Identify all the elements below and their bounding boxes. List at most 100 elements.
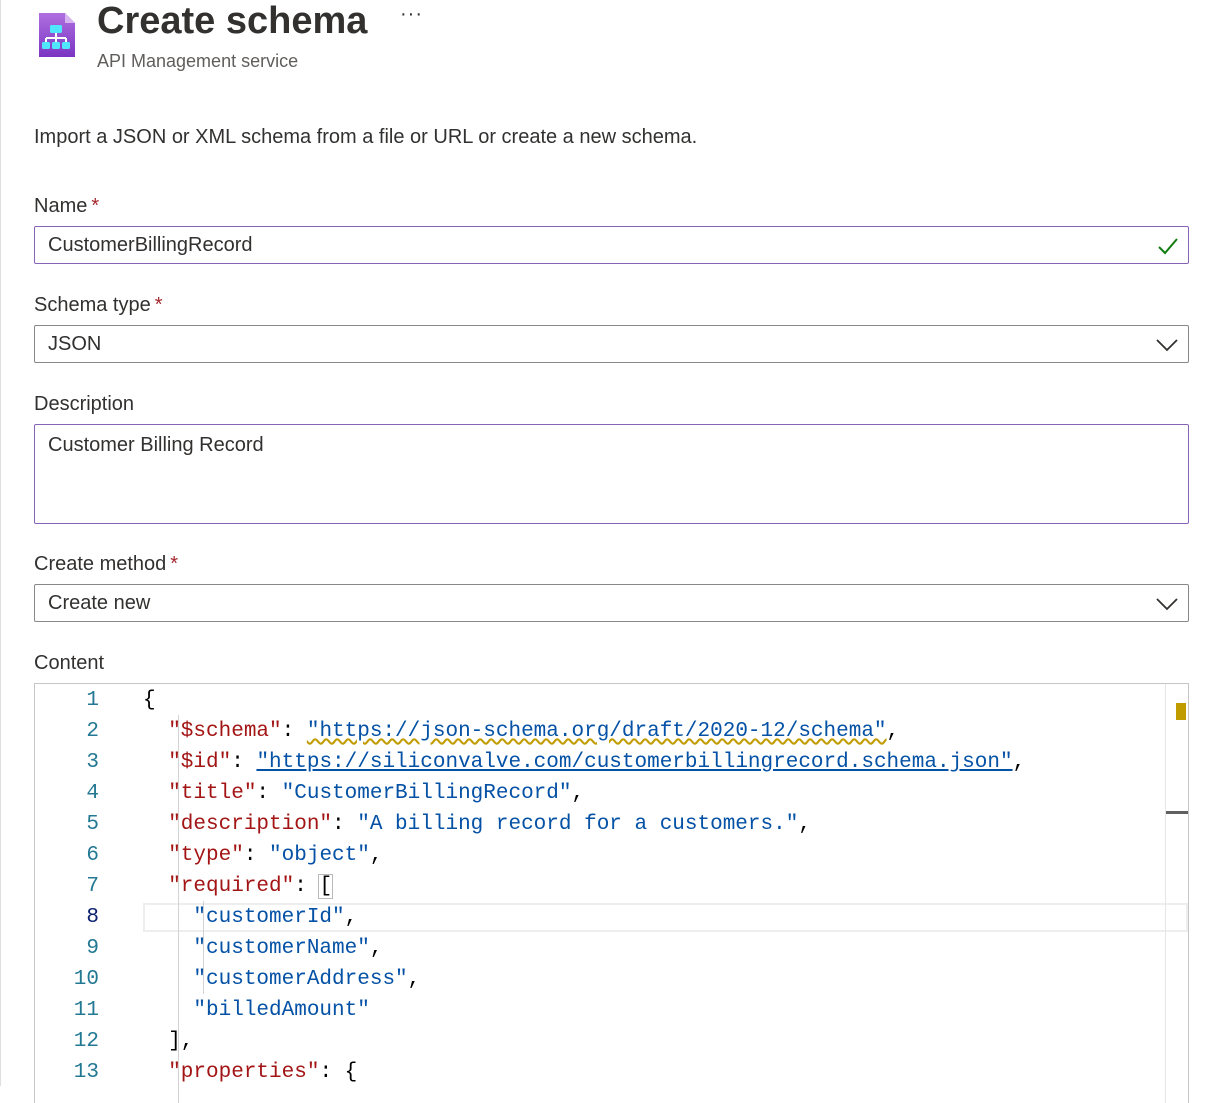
- more-icon: ···: [400, 3, 423, 25]
- page-subtitle: API Management service: [97, 51, 299, 71]
- json-punctuation: [: [318, 874, 334, 899]
- description-label: Description: [34, 393, 135, 415]
- json-punctuation: :: [294, 875, 320, 898]
- line-number: 5: [86, 813, 99, 836]
- json-punctuation: {: [143, 689, 156, 712]
- chevron-down-icon: [1156, 339, 1178, 352]
- name-label: Name *: [34, 195, 100, 217]
- code-line[interactable]: 9 "customerName",: [35, 933, 1165, 964]
- json-string: "customerId": [143, 906, 345, 929]
- json-punctuation: ,: [1012, 751, 1026, 774]
- json-string: "CustomerBillingRecord": [281, 782, 572, 805]
- code-text: "$id": "https://siliconvalve.com/custome…: [143, 747, 1025, 778]
- page-left-border: [0, 0, 1, 1086]
- code-line[interactable]: 4 "title": "CustomerBillingRecord",: [35, 778, 1165, 809]
- json-punctuation: ,: [571, 782, 585, 805]
- schema-type-value: JSON: [48, 333, 102, 355]
- line-number: 12: [73, 1030, 99, 1053]
- code-line[interactable]: 12 ],: [35, 1026, 1165, 1057]
- code-text: "$schema": "https://json-schema.org/draf…: [143, 716, 899, 747]
- required-marker: *: [170, 553, 179, 575]
- line-number: 3: [86, 751, 99, 774]
- json-key: "type": [143, 844, 244, 867]
- json-punctuation: :: [281, 720, 307, 743]
- code-line[interactable]: 8 "customerId",: [35, 902, 1165, 933]
- code-text: "customerName",: [143, 933, 382, 964]
- schema-type-dropdown[interactable]: JSON: [34, 325, 1189, 363]
- warning-marker: [1176, 703, 1186, 720]
- code-text: "customerId",: [143, 902, 357, 933]
- json-punctuation: ,: [369, 937, 383, 960]
- code-line[interactable]: 10 "customerAddress",: [35, 964, 1165, 995]
- name-input-value: CustomerBillingRecord: [48, 234, 253, 256]
- line-number: 7: [86, 875, 99, 898]
- description-textarea[interactable]: Customer Billing Record: [34, 424, 1189, 524]
- line-number: 8: [86, 906, 99, 929]
- json-punctuation: ],: [143, 1030, 194, 1053]
- json-punctuation: :: [319, 1061, 345, 1084]
- json-punctuation: :: [243, 844, 270, 867]
- code-text: "customerAddress",: [143, 964, 420, 995]
- code-text: "required": [: [143, 871, 334, 902]
- description-value: Customer Billing Record: [48, 434, 264, 456]
- line-number: 9: [86, 937, 99, 960]
- chevron-down-icon: [1156, 598, 1178, 611]
- code-text: "title": "CustomerBillingRecord",: [143, 778, 584, 809]
- json-punctuation: ,: [369, 844, 383, 867]
- json-punctuation: ,: [344, 906, 358, 929]
- json-string: "billedAmount": [143, 999, 370, 1022]
- code-text: "properties": {: [143, 1057, 357, 1088]
- json-key: "description": [143, 813, 333, 836]
- code-text: "type": "object",: [143, 840, 382, 871]
- json-punctuation: {: [344, 1061, 358, 1084]
- json-key: "properties": [143, 1061, 320, 1084]
- json-url-string: "https://siliconvalve.com/customerbillin…: [256, 751, 1013, 774]
- code-text: "description": "A billing record for a c…: [143, 809, 811, 840]
- checkmark-icon: [1158, 238, 1178, 255]
- json-punctuation: ,: [407, 968, 421, 991]
- json-punctuation: :: [231, 751, 257, 774]
- overview-ruler[interactable]: [1165, 684, 1166, 1103]
- code-text: {: [143, 685, 156, 716]
- code-text: "billedAmount": [143, 995, 370, 1026]
- code-line[interactable]: 13 "properties": {: [35, 1057, 1165, 1088]
- code-line[interactable]: 5 "description": "A billing record for a…: [35, 809, 1165, 840]
- content-code-editor[interactable]: 1{2 "$schema": "https://json-schema.org/…: [34, 683, 1189, 1103]
- more-options-button[interactable]: ···: [400, 4, 423, 24]
- line-number: 2: [86, 720, 99, 743]
- code-line[interactable]: 1{: [35, 685, 1165, 716]
- json-url-string: "https://json-schema.org/draft/2020-12/s…: [306, 720, 887, 743]
- json-string: "customerName": [143, 937, 370, 960]
- code-line[interactable]: 7 "required": [: [35, 871, 1165, 902]
- intro-text: Import a JSON or XML schema from a file …: [34, 126, 698, 148]
- code-line[interactable]: 3 "$id": "https://siliconvalve.com/custo…: [35, 747, 1165, 778]
- code-line[interactable]: 2 "$schema": "https://json-schema.org/dr…: [35, 716, 1165, 747]
- schema-type-label: Schema type *: [34, 294, 163, 316]
- json-punctuation: ,: [886, 720, 900, 743]
- required-marker: *: [91, 195, 100, 217]
- json-punctuation: :: [332, 813, 358, 836]
- create-method-value: Create new: [48, 592, 151, 614]
- create-method-label: Create method *: [34, 553, 179, 575]
- json-key: "title": [143, 782, 257, 805]
- json-punctuation: ,: [798, 813, 811, 836]
- required-marker: *: [154, 294, 163, 316]
- line-number: 13: [73, 1061, 99, 1084]
- create-method-dropdown[interactable]: Create new: [34, 584, 1189, 622]
- editor-scrollbar-thumb[interactable]: [1166, 811, 1188, 814]
- code-line[interactable]: 6 "type": "object",: [35, 840, 1165, 871]
- line-number: 4: [86, 782, 99, 805]
- json-punctuation: :: [256, 782, 282, 805]
- json-key: "$schema": [143, 720, 282, 743]
- line-number: 1: [86, 689, 99, 712]
- json-string: "A billing record for a customers.": [357, 813, 799, 836]
- name-input[interactable]: CustomerBillingRecord: [34, 226, 1189, 264]
- json-key: "$id": [143, 751, 232, 774]
- json-key: "required": [143, 875, 295, 898]
- json-string: "object": [269, 844, 370, 867]
- api-management-icon: [39, 13, 75, 57]
- page-title: Create schema: [97, 0, 368, 42]
- code-line[interactable]: 11 "billedAmount": [35, 995, 1165, 1026]
- line-number: 6: [86, 844, 99, 867]
- code-text: ],: [143, 1026, 193, 1057]
